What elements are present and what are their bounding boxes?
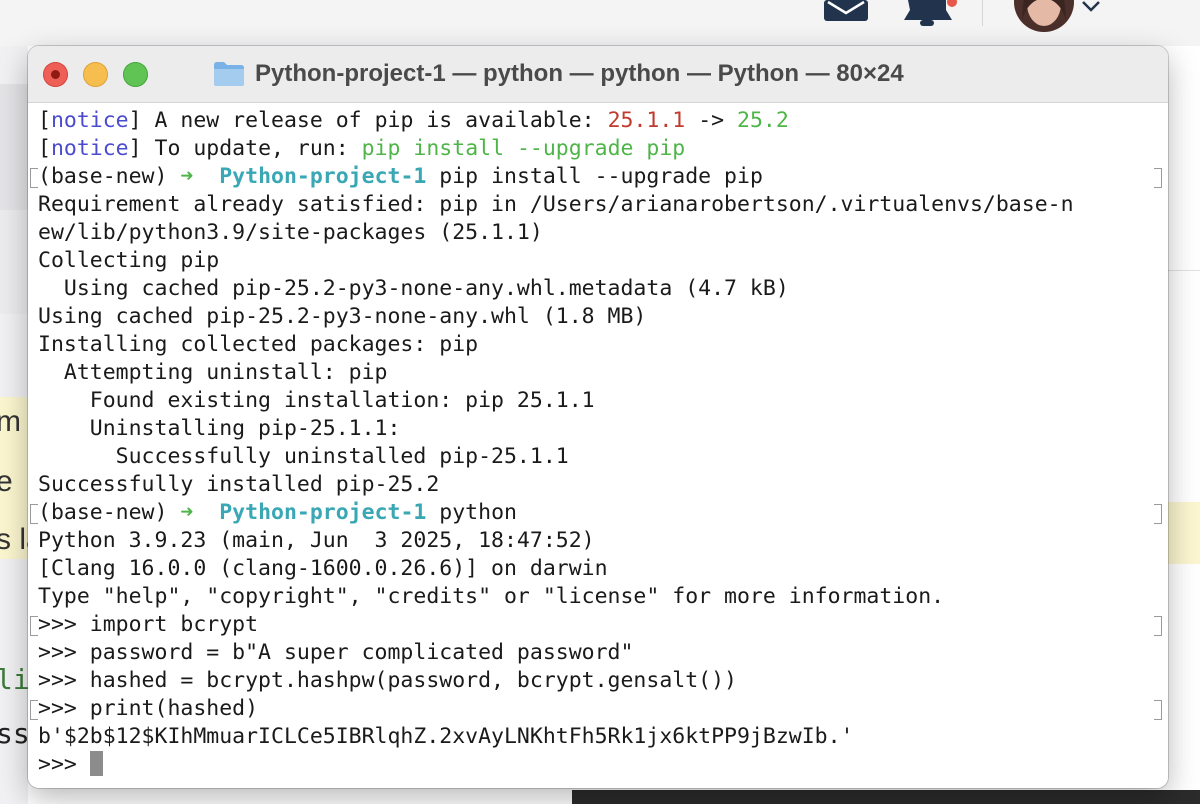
version-arrow: -> <box>685 108 738 133</box>
prompt-env: (base-new) <box>38 500 181 525</box>
background-code-text: ss <box>0 717 30 750</box>
zoom-button[interactable] <box>123 62 148 87</box>
terminal-content[interactable]: [notice] A new release of pip is availab… <box>28 103 1168 788</box>
close-button[interactable] <box>43 62 68 87</box>
command-mark <box>30 504 38 524</box>
shell-prompt-line: (base-new) ➜ Python-project-1 python <box>38 499 517 527</box>
command-mark <box>1154 168 1162 188</box>
terminal-line: [notice] A new release of pip is availab… <box>38 108 789 133</box>
notice-tag: notice <box>50 108 129 133</box>
terminal-line: Successfully installed pip-25.2 <box>38 472 440 497</box>
divider <box>982 0 983 26</box>
command-mark <box>1154 616 1162 636</box>
repl-output: b'$2b$12$KIhMmuarICLCe5IBRlqhZ.2xvAyLNKh… <box>38 724 854 749</box>
command-mark <box>30 616 38 636</box>
command-mark <box>1154 504 1162 524</box>
notice-text: A new release of pip is available: <box>141 108 608 133</box>
terminal-line: [notice] To update, run: pip install --u… <box>38 136 686 161</box>
chevron-down-icon[interactable] <box>1080 0 1102 19</box>
window-title-group: Python-project-1 — python — python — Pyt… <box>213 58 904 90</box>
command-mark <box>30 700 38 720</box>
repl-input-line[interactable]: >>> <box>38 751 103 779</box>
shell-prompt-line: (base-new) ➜ Python-project-1 pip instal… <box>38 163 763 191</box>
terminal-line: Found existing installation: pip 25.1.1 <box>38 388 595 413</box>
terminal-line: Using cached pip-25.2-py3-none-any.whl.m… <box>38 276 789 301</box>
prompt-command: python <box>426 500 517 525</box>
notice-tag: notice <box>50 136 129 161</box>
minimize-button[interactable] <box>83 62 108 87</box>
prompt-directory: Python-project-1 <box>219 164 427 189</box>
terminal-line: Installing collected packages: pip <box>38 332 479 357</box>
background-dark-region <box>572 790 1200 804</box>
avatar[interactable] <box>1014 0 1076 37</box>
terminal-line: Type "help", "copyright", "credits" or "… <box>38 584 945 609</box>
command-mark <box>1154 700 1162 720</box>
version-new: 25.2 <box>737 108 789 133</box>
terminal-line: Requirement already satisfied: pip in /U… <box>38 192 1074 217</box>
text-cursor <box>89 751 103 776</box>
prompt-arrow-icon: ➜ <box>180 164 194 189</box>
window-title: Python-project-1 — python — python — Pyt… <box>255 60 904 87</box>
terminal-line: Successfully uninstalled pip-25.1.1 <box>38 444 569 469</box>
prompt-env: (base-new) <box>38 164 181 189</box>
prompt-directory: Python-project-1 <box>219 500 427 525</box>
repl-line: >>> import bcrypt <box>38 612 259 637</box>
title-bar[interactable]: Python-project-1 — python — python — Pyt… <box>28 46 1168 103</box>
background-code-text: li <box>0 663 30 696</box>
repl-line: >>> password = b"A super complicated pas… <box>38 640 634 665</box>
prompt-command: pip install --upgrade pip <box>426 164 763 189</box>
notification-bell-icon[interactable] <box>902 0 962 33</box>
terminal-line: [Clang 16.0.0 (clang-1600.0.26.6)] on da… <box>38 556 608 581</box>
terminal-line: Attempting uninstall: pip <box>38 360 388 385</box>
terminal-line: Collecting pip <box>38 248 220 273</box>
terminal-line: ew/lib/python3.9/site-packages (25.1.1) <box>38 220 543 245</box>
mail-icon[interactable] <box>822 0 870 27</box>
prompt-arrow-icon: ➜ <box>180 500 194 525</box>
terminal-line: Using cached pip-25.2-py3-none-any.whl (… <box>38 304 647 329</box>
background-grey-band <box>0 84 28 210</box>
background-text: m <box>0 405 21 438</box>
background-highlight <box>1168 502 1200 564</box>
repl-line: >>> hashed = bcrypt.hashpw(password, bcr… <box>38 668 737 693</box>
terminal-window[interactable]: Python-project-1 — python — python — Pyt… <box>28 46 1168 788</box>
upgrade-command: pip install --upgrade pip <box>361 136 686 161</box>
version-old: 25.1.1 <box>607 108 686 133</box>
repl-prompt: >>> <box>38 752 90 777</box>
command-mark <box>30 168 38 188</box>
background-right-panel <box>1168 46 1200 271</box>
background-text: e <box>0 465 13 498</box>
notice-text: To update, run: <box>141 136 362 161</box>
terminal-line: Python 3.9.23 (main, Jun 3 2025, 18:47:5… <box>38 528 595 553</box>
background-grey-band <box>0 210 28 314</box>
terminal-line: Uninstalling pip-25.1.1: <box>38 416 401 441</box>
folder-icon <box>213 61 245 87</box>
repl-line: >>> print(hashed) <box>38 696 259 721</box>
